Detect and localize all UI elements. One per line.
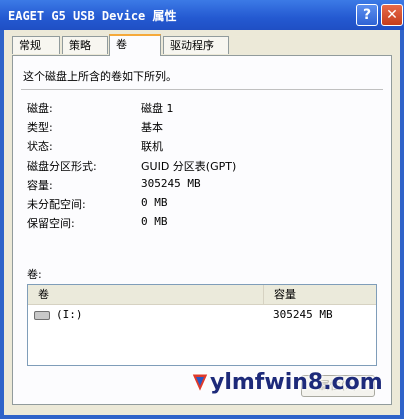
field-value-partition-style: GUID 分区表(GPT) <box>141 160 237 173</box>
field-value-unallocated: 0 MB <box>141 196 168 209</box>
separator <box>21 89 383 90</box>
title-bar[interactable]: EAGET G5 USB Device 属性 ? ✕ <box>0 0 404 30</box>
field-value-reserved: 0 MB <box>141 215 168 228</box>
drive-icon <box>34 311 50 320</box>
tab-policies[interactable]: 策略 <box>62 36 108 54</box>
column-header-volume[interactable]: 卷 <box>28 285 264 304</box>
tab-driver[interactable]: 驱动程序 <box>163 36 229 54</box>
column-header-capacity[interactable]: 容量 <box>264 285 376 304</box>
field-label-type: 类型: <box>27 121 53 134</box>
field-label-disk: 磁盘: <box>27 102 53 115</box>
dialog-window: EAGET G5 USB Device 属性 ? ✕ 常规 策略 卷 驱动程序 … <box>0 0 404 419</box>
field-label-status: 状态: <box>27 140 53 153</box>
volumes-label: 卷: <box>27 268 42 281</box>
volumes-list[interactable]: 卷 容量 (I:) 305245 MB <box>27 284 377 366</box>
window-title: EAGET G5 USB Device 属性 <box>8 9 177 23</box>
field-value-type: 基本 <box>141 121 163 134</box>
field-label-reserved: 保留空间: <box>27 217 75 230</box>
list-item[interactable]: (I:) 305245 MB <box>28 306 376 324</box>
tab-general[interactable]: 常规 <box>12 36 60 54</box>
list-header: 卷 容量 <box>28 285 376 305</box>
volumes-panel: 这个磁盘上所含的卷如下所列。 磁盘: 磁盘 1 类型: 基本 状态: 联机 磁盘… <box>12 55 392 405</box>
volume-name: (I:) <box>56 308 83 321</box>
panel-description: 这个磁盘上所含的卷如下所列。 <box>23 70 177 83</box>
watermark-logo-icon <box>191 373 209 394</box>
tab-volumes[interactable]: 卷 <box>109 34 161 56</box>
help-button[interactable]: ? <box>356 4 378 26</box>
field-value-disk: 磁盘 1 <box>141 102 174 115</box>
field-value-capacity: 305245 MB <box>141 177 201 190</box>
field-label-partition-style: 磁盘分区形式: <box>27 160 97 173</box>
volume-capacity: 305245 MB <box>273 308 333 321</box>
dialog-body: 常规 策略 卷 驱动程序 这个磁盘上所含的卷如下所列。 磁盘: 磁盘 1 类型:… <box>4 30 400 415</box>
watermark-text: ylmfwin8.com <box>210 370 383 395</box>
close-button[interactable]: ✕ <box>381 4 403 26</box>
field-label-capacity: 容量: <box>27 179 53 192</box>
field-value-status: 联机 <box>141 140 163 153</box>
field-label-unallocated: 未分配空间: <box>27 198 86 211</box>
